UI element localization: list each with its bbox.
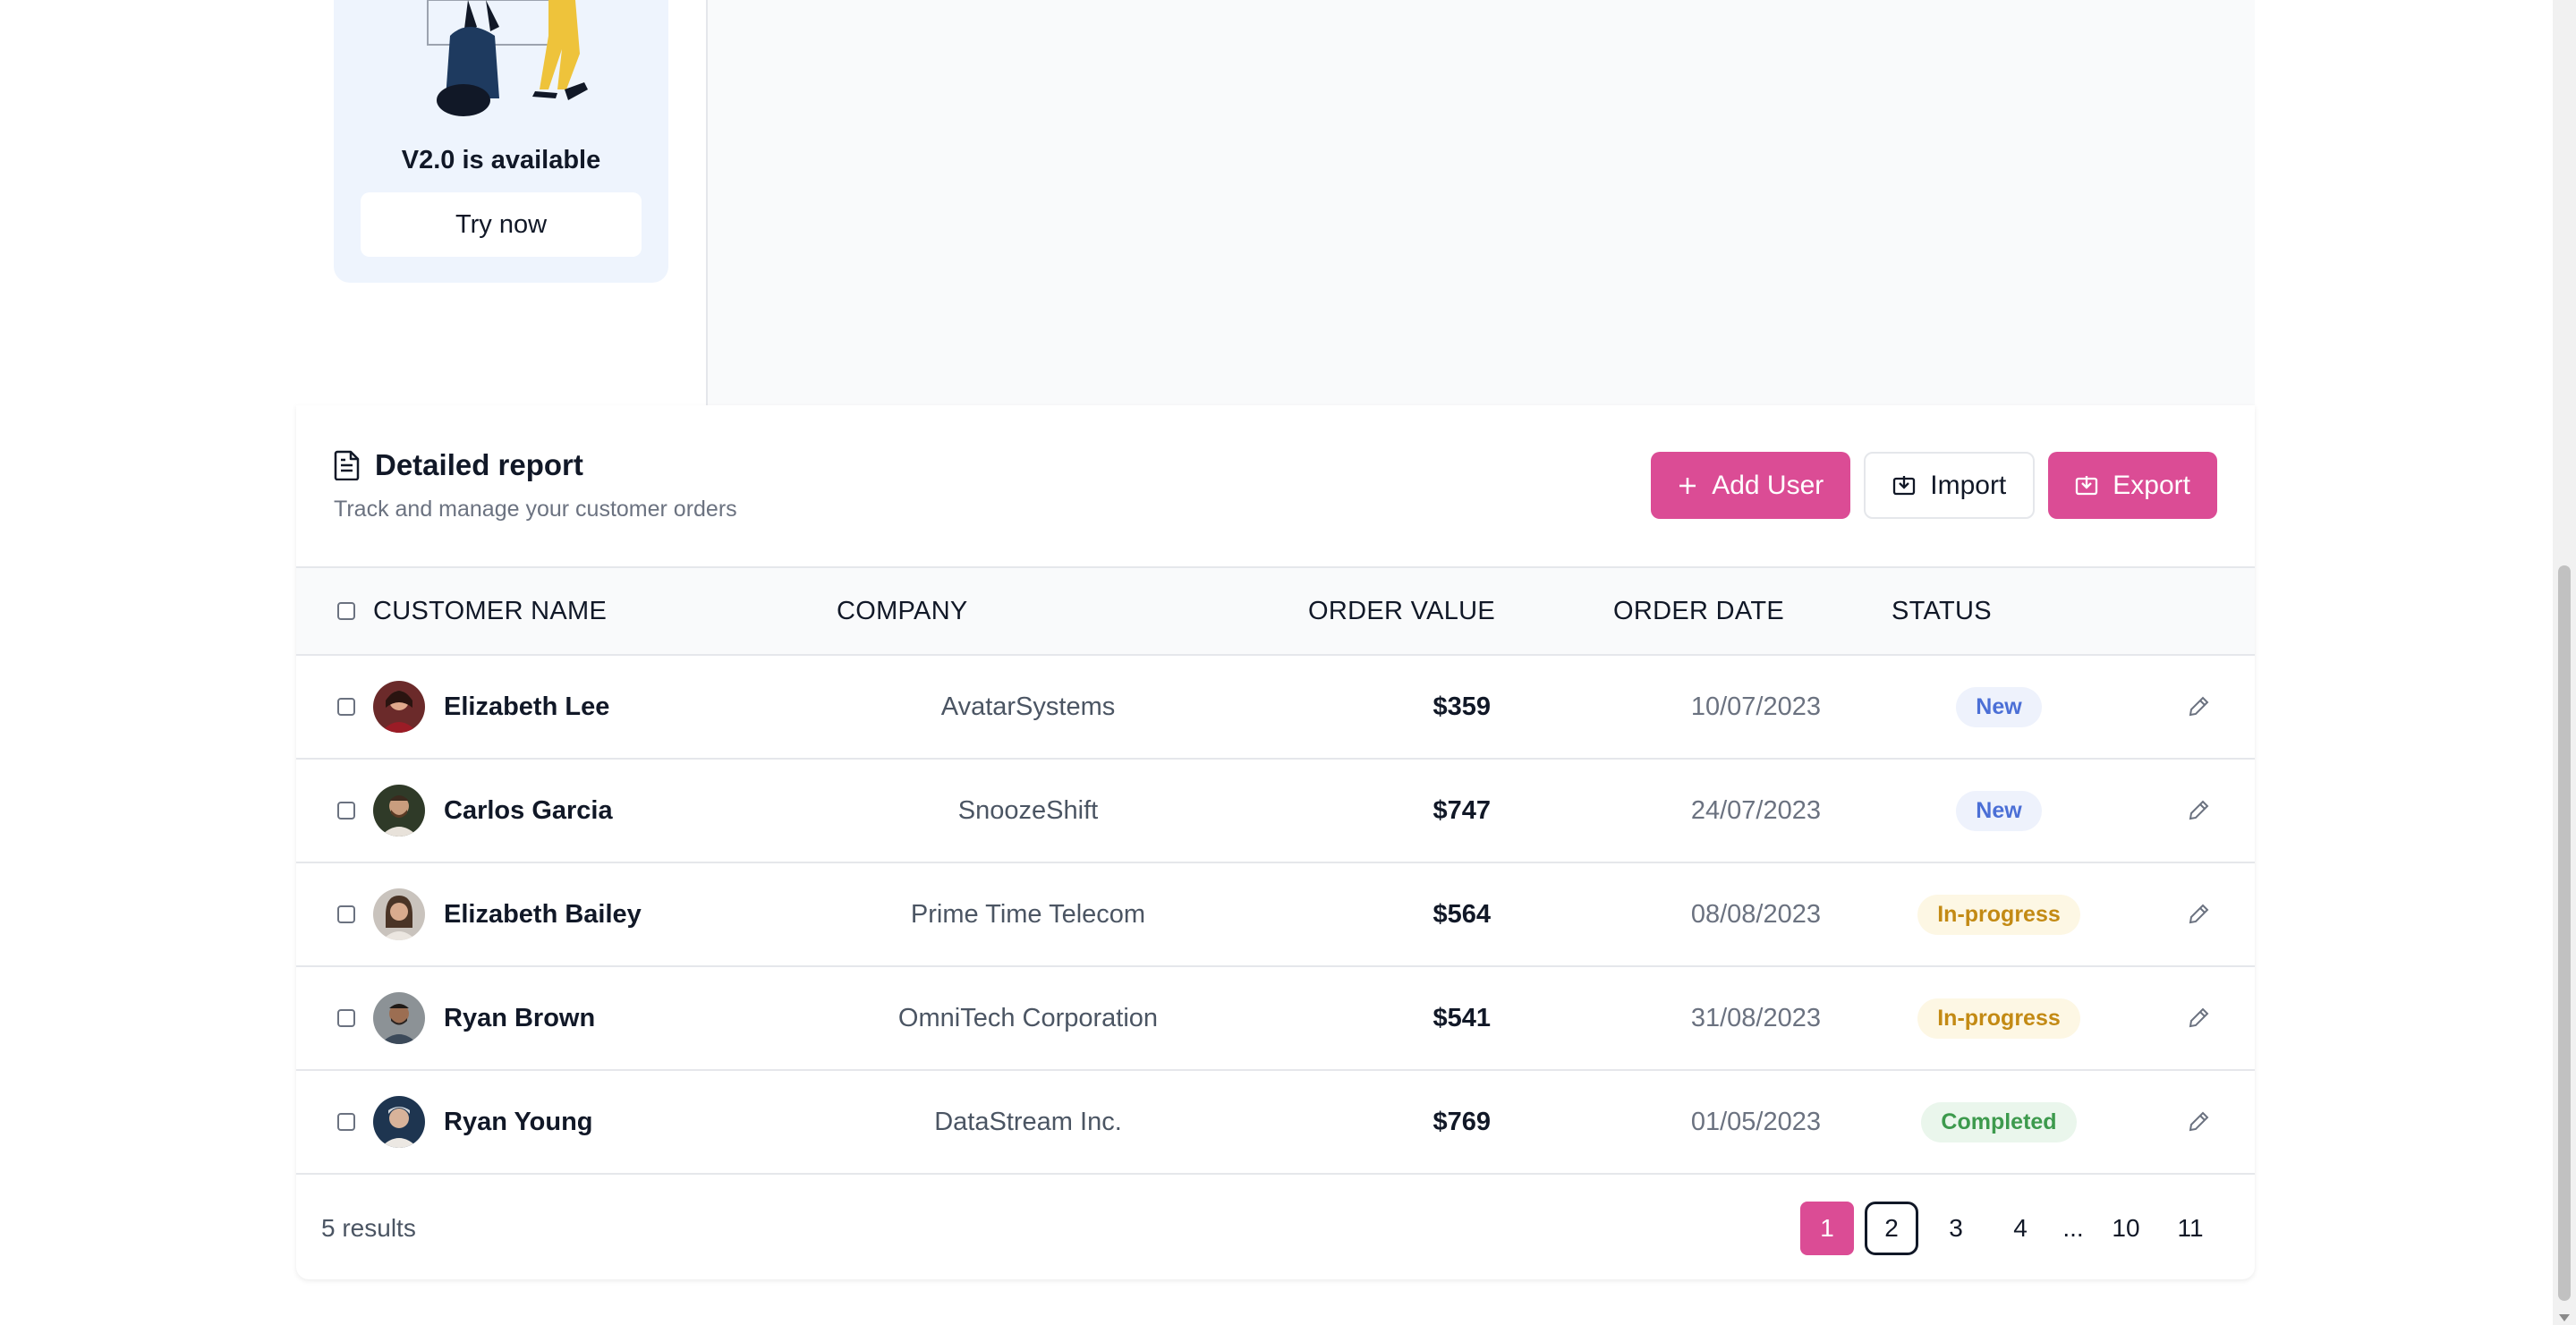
status-badge: In-progress [1917,998,2080,1039]
column-header-company[interactable]: COMPANY [837,568,968,654]
promo-illustration [427,0,588,116]
edit-pencil-icon[interactable] [2187,1110,2210,1134]
order-date: 31/08/2023 [1690,1003,1821,1032]
status-badge: In-progress [1917,894,2080,935]
order-value: $747 [1433,795,1491,825]
order-value: $359 [1433,692,1491,721]
status-badge: New [1956,790,2042,831]
company-name: Prime Time Telecom [910,899,1146,929]
customer-name: Carlos Garcia [444,795,613,825]
page-button-11[interactable]: 11 [2164,1202,2217,1255]
report-subtitle: Track and manage your customer orders [334,497,737,522]
table-row: Ryan Brown OmniTech Corporation $541 31/… [296,967,2255,1071]
page-scrollbar[interactable] [2553,0,2576,1325]
try-now-button[interactable]: Try now [361,192,642,257]
edit-pencil-icon[interactable] [2187,903,2210,926]
page-button-2[interactable]: 2 [1865,1201,1918,1255]
results-count: 5 results [321,1213,416,1242]
detailed-report-card: Detailed report Track and manage your cu… [296,405,2255,1279]
avatar [373,681,425,733]
add-user-button[interactable]: Add User [1651,452,1851,519]
table-row: Ryan Young DataStream Inc. $769 01/05/20… [296,1071,2255,1175]
company-name: AvatarSystems [940,692,1116,721]
add-user-label: Add User [1712,470,1824,500]
upgrade-promo-card: V2.0 is available Try now [334,0,668,283]
customer-name: Ryan Young [444,1107,593,1136]
column-header-order-value[interactable]: ORDER VALUE [1308,568,1495,654]
company-name: SnoozeShift [957,795,1099,825]
page-button-3[interactable]: 3 [1929,1202,1983,1255]
table-row: Carlos Garcia SnoozeShift $747 24/07/202… [296,760,2255,863]
order-date: 08/08/2023 [1690,899,1821,929]
main-content-panel [706,0,2255,405]
company-name: OmniTech Corporation [897,1003,1159,1032]
column-header-status[interactable]: STATUS [1892,568,1992,654]
export-label: Export [2113,470,2190,500]
table-footer: 5 results 1 2 3 4 ... 10 11 [296,1176,2255,1279]
row-checkbox[interactable] [337,905,355,923]
row-checkbox[interactable] [337,1113,355,1131]
table-row: Elizabeth Lee AvatarSystems $359 10/07/2… [296,656,2255,760]
edit-pencil-icon[interactable] [2187,1006,2210,1030]
scroll-down-arrow-icon[interactable] [2559,1314,2570,1321]
pagination: 1 2 3 4 ... 10 11 [1800,1176,2217,1279]
page-button-10[interactable]: 10 [2099,1202,2153,1255]
report-header: Detailed report Track and manage your cu… [296,405,2255,566]
order-date: 01/05/2023 [1690,1107,1821,1136]
status-badge: New [1956,686,2042,727]
order-value: $541 [1433,1003,1491,1032]
order-date: 10/07/2023 [1690,692,1821,721]
page-button-1[interactable]: 1 [1800,1201,1854,1255]
row-checkbox[interactable] [337,1009,355,1027]
scrollbar-thumb[interactable] [2558,565,2571,1301]
edit-pencil-icon[interactable] [2187,799,2210,822]
order-date: 24/07/2023 [1690,795,1821,825]
document-icon [334,450,360,480]
table-header: CUSTOMER NAME COMPANY ORDER VALUE ORDER … [296,566,2255,656]
import-button[interactable]: Import [1864,452,2036,519]
customer-name: Ryan Brown [444,1003,596,1032]
avatar [373,888,425,940]
status-badge: Completed [1921,1101,2077,1142]
customer-name: Elizabeth Lee [444,692,610,721]
avatar [373,1096,425,1148]
report-title: Detailed report [375,448,583,481]
avatar [373,785,425,837]
pagination-ellipsis: ... [2062,1213,2084,1242]
export-icon [2075,475,2098,497]
export-button[interactable]: Export [2048,452,2217,519]
report-actions: Add User Import Export [1651,452,2217,519]
plus-icon [1678,476,1697,496]
order-value: $564 [1433,899,1491,929]
table-row: Elizabeth Bailey Prime Time Telecom $564… [296,863,2255,967]
row-checkbox[interactable] [337,698,355,716]
page: V2.0 is available Try now Detailed repor… [0,0,2576,1325]
column-header-order-date[interactable]: ORDER DATE [1613,568,1784,654]
edit-pencil-icon[interactable] [2187,695,2210,718]
customer-name: Elizabeth Bailey [444,899,642,929]
company-name: DataStream Inc. [934,1107,1122,1136]
row-checkbox[interactable] [337,802,355,820]
import-label: Import [1930,470,2007,500]
promo-title: V2.0 is available [401,146,601,174]
avatar [373,992,425,1044]
column-header-customer-name[interactable]: CUSTOMER NAME [373,568,607,654]
page-button-4[interactable]: 4 [1994,1202,2047,1255]
order-value: $769 [1433,1107,1491,1136]
import-icon [1892,475,1916,497]
select-all-checkbox[interactable] [337,602,355,620]
